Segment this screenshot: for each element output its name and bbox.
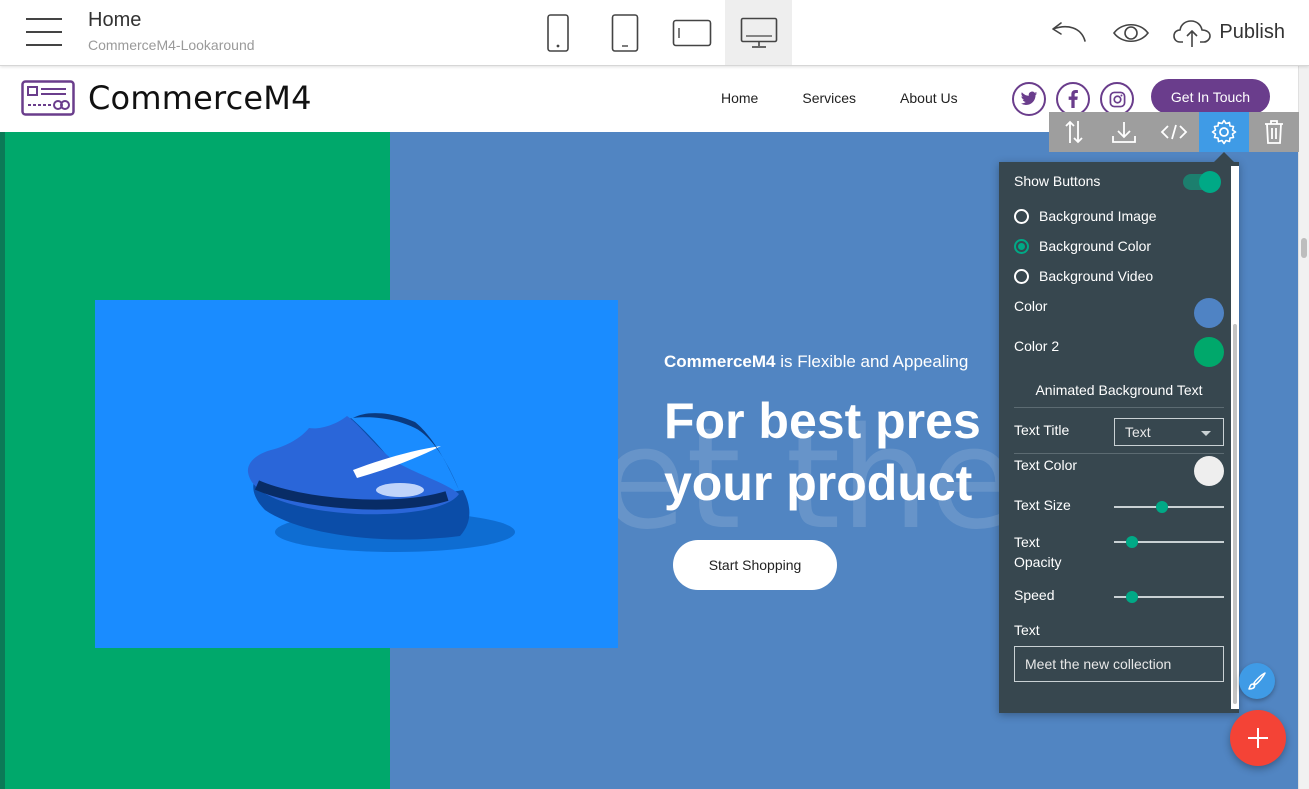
- show-buttons-label: Show Buttons: [1014, 173, 1101, 189]
- hero-title-line-2: your product: [664, 455, 973, 511]
- editor-toolbar: Home CommerceM4-Lookaround Publish: [0, 0, 1309, 66]
- text-title-select[interactable]: Text: [1114, 418, 1224, 446]
- menu-icon[interactable]: [26, 18, 62, 46]
- download-icon[interactable]: [1099, 112, 1149, 152]
- desktop-icon[interactable]: [725, 0, 792, 65]
- mobile-icon[interactable]: [524, 0, 591, 65]
- speed-slider[interactable]: [1114, 589, 1224, 605]
- radio-label: Background Image: [1039, 208, 1157, 224]
- slider-thumb[interactable]: [1125, 536, 1138, 548]
- radio-background-video[interactable]: Background Video: [1014, 268, 1153, 284]
- sneaker-icon: [95, 300, 618, 648]
- gear-icon[interactable]: [1199, 112, 1249, 152]
- nav-link-about[interactable]: About Us: [900, 90, 958, 106]
- hero-eyebrow: CommerceM4 is Flexible and Appealing: [664, 352, 968, 372]
- brand-logo-icon[interactable]: [21, 80, 75, 121]
- publish-label: Publish: [1219, 21, 1285, 43]
- toggle-knob: [1199, 171, 1221, 193]
- device-switcher: [524, 0, 792, 65]
- animated-text-input[interactable]: [1014, 646, 1224, 682]
- text-title-label: Text Title: [1014, 422, 1070, 438]
- reorder-icon[interactable]: [1049, 112, 1099, 152]
- block-toolbar: [1049, 112, 1299, 152]
- radio-circle: [1014, 208, 1029, 224]
- block-settings-panel: Show Buttons Background Image Background…: [999, 162, 1239, 713]
- text-opacity-label-line2: Opacity: [1014, 554, 1062, 570]
- color2-swatch[interactable]: [1194, 337, 1224, 367]
- hero-accent-edge: [0, 132, 5, 789]
- color-swatch[interactable]: [1194, 298, 1224, 328]
- divider: [1014, 453, 1224, 454]
- panel-pointer: [1214, 152, 1234, 162]
- tablet-landscape-icon[interactable]: [658, 0, 725, 65]
- speed-label: Speed: [1014, 587, 1055, 603]
- panel-scroll-thumb[interactable]: [1233, 324, 1237, 704]
- trash-icon[interactable]: [1249, 112, 1299, 152]
- undo-icon[interactable]: [1047, 19, 1091, 47]
- code-icon[interactable]: [1149, 112, 1199, 152]
- publish-button[interactable]: Publish: [1173, 18, 1285, 48]
- editor-actions: Publish: [1047, 0, 1309, 65]
- slider-track: [1114, 506, 1224, 508]
- page-title: Home: [88, 9, 142, 31]
- page-scrollbar[interactable]: [1298, 66, 1309, 789]
- radio-background-image[interactable]: Background Image: [1014, 208, 1157, 224]
- hero-title: For best pres your product: [664, 390, 981, 514]
- radio-label: Background Color: [1039, 238, 1152, 254]
- show-buttons-toggle[interactable]: [1183, 171, 1221, 193]
- text-title-select-value: Text: [1125, 424, 1151, 440]
- animated-text-section-title: Animated Background Text: [1035, 382, 1203, 398]
- get-in-touch-button[interactable]: Get In Touch: [1151, 79, 1270, 114]
- nav-link-home[interactable]: Home: [721, 90, 758, 106]
- radio-label: Background Video: [1039, 268, 1154, 284]
- project-name: CommerceM4-Lookaround: [88, 37, 255, 53]
- slider-thumb[interactable]: [1156, 501, 1169, 513]
- divider: [1014, 407, 1224, 408]
- product-image: [95, 300, 618, 648]
- hero-eyebrow-text: is Flexible and Appealing: [775, 352, 969, 371]
- text-size-label: Text Size: [1014, 497, 1071, 513]
- cloud-upload-icon: [1173, 19, 1212, 47]
- plus-icon: [1248, 728, 1268, 748]
- text-opacity-slider[interactable]: [1114, 534, 1224, 550]
- text-opacity-label: Text Opacity: [1014, 532, 1061, 572]
- caret-down-icon: [1201, 431, 1211, 436]
- page-scroll-thumb[interactable]: [1301, 238, 1307, 258]
- nav-link-services[interactable]: Services: [802, 90, 856, 106]
- text-color-label: Text Color: [1014, 457, 1078, 473]
- add-block-button[interactable]: [1230, 710, 1286, 766]
- hero-title-line-1: For best pres: [664, 393, 981, 449]
- radio-background-color[interactable]: Background Color: [1014, 238, 1151, 254]
- text-label: Text: [1014, 622, 1040, 638]
- color-label: Color: [1014, 298, 1048, 314]
- text-color-swatch[interactable]: [1194, 456, 1224, 486]
- slider-thumb[interactable]: [1125, 591, 1138, 603]
- text-size-slider[interactable]: [1114, 499, 1224, 515]
- radio-circle: [1014, 268, 1029, 284]
- hero-eyebrow-brand: CommerceM4: [664, 352, 776, 371]
- color2-label: Color 2: [1014, 338, 1060, 354]
- radio-circle-checked: [1014, 238, 1029, 254]
- brand-name[interactable]: CommerceM4: [88, 79, 312, 117]
- instagram-icon[interactable]: [1100, 82, 1134, 116]
- twitter-icon[interactable]: [1012, 82, 1046, 116]
- panel-scrollbar[interactable]: [1231, 166, 1239, 709]
- brush-icon[interactable]: [1239, 663, 1275, 699]
- tablet-icon[interactable]: [591, 0, 658, 65]
- start-shopping-button[interactable]: Start Shopping: [673, 540, 837, 590]
- text-opacity-label-line1: Text: [1014, 534, 1040, 550]
- eye-icon[interactable]: [1111, 21, 1151, 45]
- nav-links: Home Services About Us: [700, 90, 1002, 106]
- facebook-icon[interactable]: [1056, 82, 1090, 116]
